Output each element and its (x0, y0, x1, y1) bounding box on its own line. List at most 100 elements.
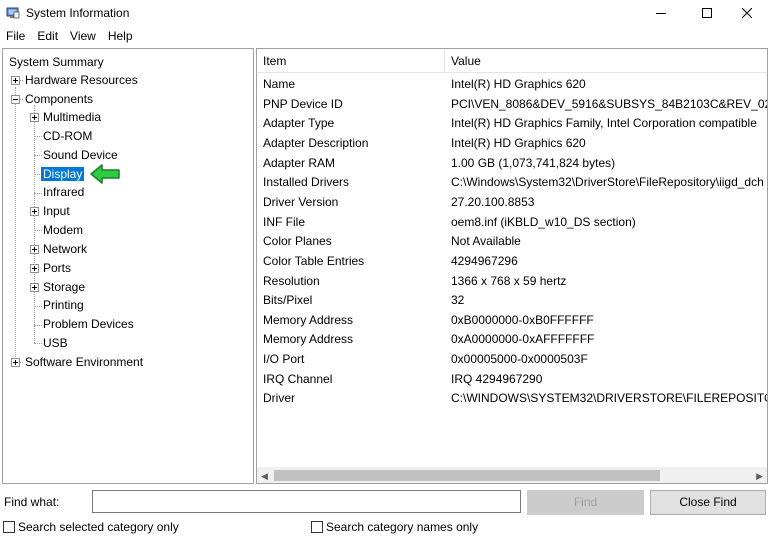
close-icon (742, 8, 752, 18)
row-value-cell: 1366 x 768 x 59 hertz (451, 273, 567, 288)
checkbox-box[interactable] (3, 521, 15, 533)
table-row[interactable]: I/O Port 0x00005000-0x0000503F (257, 350, 767, 370)
tree-label: Modem (43, 223, 84, 237)
menu-view[interactable]: View (64, 26, 102, 46)
row-value-cell: 32 (451, 293, 465, 308)
tree-item-hardware-resources[interactable]: Hardware Resources (23, 71, 140, 89)
tree-label: USB (43, 336, 68, 350)
tree-item-sound-device[interactable]: Sound Device (41, 146, 120, 164)
tree-label: Printing (43, 298, 84, 312)
scroll-right-icon[interactable]: ▶ (756, 471, 763, 482)
menu-bar: File Edit View Help (0, 26, 770, 46)
column-header-value[interactable]: Value (445, 49, 767, 73)
tree-label: Ports (43, 261, 72, 275)
row-item-cell: Driver (263, 391, 295, 406)
find-what-label: Find what: (4, 495, 60, 509)
tree-label: Components (25, 92, 94, 106)
row-value-cell: oem8.inf (iKBLD_w10_DS section) (451, 214, 636, 229)
row-value-cell: 0xB0000000-0xB0FFFFFF (451, 312, 594, 327)
tree-item-storage[interactable]: Storage (41, 278, 87, 296)
tree-item-ports[interactable]: Ports (41, 259, 73, 277)
menu-file[interactable]: File (0, 26, 31, 46)
table-row[interactable]: PNP Device ID PCI\VEN_8086&DEV_5916&SUBSY… (257, 95, 767, 115)
table-row[interactable]: Bits/Pixel 32 (257, 291, 767, 311)
collapse-minus-icon[interactable] (11, 95, 20, 104)
row-item-cell: I/O Port (263, 352, 305, 367)
scroll-left-icon[interactable]: ◀ (261, 471, 268, 482)
row-item-cell: Color Planes (263, 234, 332, 249)
table-row[interactable]: IRQ Channel IRQ 4294967290 (257, 370, 767, 390)
tree-item-network[interactable]: Network (41, 240, 89, 258)
menu-help[interactable]: Help (102, 26, 139, 46)
details-list[interactable]: Item Value Name Intel(R) HD Graphics 620 P… (256, 48, 768, 484)
row-value-cell: IRQ 4294967290 (451, 371, 543, 386)
tree-item-multimedia[interactable]: Multimedia (41, 108, 103, 126)
table-row[interactable]: Adapter RAM 1.00 GB (1,073,741,824 bytes) (257, 154, 767, 174)
checkbox-box[interactable] (311, 521, 323, 533)
table-row[interactable]: Memory Address 0xB0000000-0xB0FFFFFF (257, 311, 767, 331)
tree-label: Problem Devices (43, 317, 134, 331)
checkbox-label: Search category names only (326, 520, 479, 534)
expand-plus-icon[interactable] (11, 76, 20, 85)
close-button[interactable] (724, 0, 770, 26)
tree-item-display[interactable]: Display (41, 165, 85, 183)
expand-plus-icon[interactable] (30, 283, 39, 292)
row-item-cell: Adapter Description (263, 135, 369, 150)
tree-label-selected: Display (41, 167, 85, 181)
search-category-names-checkbox[interactable]: Search category names only (311, 520, 478, 534)
row-item-cell: Driver Version (263, 194, 339, 209)
row-item-cell: PNP Device ID (263, 96, 343, 111)
expand-plus-icon[interactable] (30, 207, 39, 216)
tree-item-printing[interactable]: Printing (41, 296, 86, 314)
row-value-cell: 4294967296 (451, 253, 518, 268)
table-row[interactable]: Adapter Type Intel(R) HD Graphics Family,… (257, 114, 767, 134)
column-header-item[interactable]: Item (257, 49, 445, 73)
minimize-button[interactable] (638, 0, 684, 26)
tree-item-cd-rom[interactable]: CD-ROM (41, 127, 94, 145)
expand-plus-icon[interactable] (30, 264, 39, 273)
row-value-cell: 0x00005000-0x0000503F (451, 352, 588, 367)
table-row[interactable]: Driver C:\WINDOWS\SYSTEM32\DRIVERSTORE\FI… (257, 389, 767, 409)
tree-item-system-summary[interactable]: System Summary (7, 53, 106, 71)
search-selected-category-checkbox[interactable]: Search selected category only (3, 520, 179, 534)
row-item-cell: Bits/Pixel (263, 293, 313, 308)
expand-plus-icon[interactable] (30, 245, 39, 254)
table-row[interactable]: Memory Address 0xA0000000-0xAFFFFFFF (257, 330, 767, 350)
tree-label: Network (43, 242, 88, 256)
tree-item-software-environment[interactable]: Software Environment (23, 353, 145, 371)
row-value-cell: 27.20.100.8853 (451, 194, 535, 209)
expand-plus-icon[interactable] (11, 358, 20, 367)
tree-label: Hardware Resources (25, 73, 138, 87)
tree-item-modem[interactable]: Modem (41, 221, 85, 239)
row-item-cell: Resolution (263, 273, 320, 288)
find-button[interactable]: Find (527, 490, 644, 515)
tree-label: System Summary (9, 55, 104, 69)
row-item-cell: IRQ Channel (263, 371, 333, 386)
table-row[interactable]: Resolution 1366 x 768 x 59 hertz (257, 272, 767, 292)
table-row[interactable]: Color Table Entries 4294967296 (257, 252, 767, 272)
table-row[interactable]: Adapter Description Intel(R) HD Graphics … (257, 134, 767, 154)
expand-plus-icon[interactable] (30, 113, 39, 122)
find-what-input[interactable] (92, 490, 521, 513)
table-row[interactable]: Color Planes Not Available (257, 232, 767, 252)
tree-item-infrared[interactable]: Infrared (41, 183, 86, 201)
category-tree[interactable]: System Summary Hardware Resources Compon… (2, 48, 254, 484)
tree-label: CD-ROM (43, 129, 93, 143)
row-value-cell: Not Available (451, 234, 521, 249)
row-item-cell: Memory Address (263, 332, 354, 347)
table-row[interactable]: INF File oem8.inf (iKBLD_w10_DS section) (257, 213, 767, 233)
horizontal-scrollbar[interactable]: ◀ ▶ (257, 467, 767, 483)
row-value-cell: C:\Windows\System32\DriverStore\FileRepo… (451, 175, 764, 190)
tree-item-usb[interactable]: USB (41, 334, 70, 352)
table-row[interactable]: Name Intel(R) HD Graphics 620 (257, 75, 767, 95)
maximize-icon (702, 8, 712, 18)
table-row[interactable]: Installed Drivers C:\Windows\System32\Dri… (257, 173, 767, 193)
table-row[interactable]: Driver Version 27.20.100.8853 (257, 193, 767, 213)
tree-item-problem-devices[interactable]: Problem Devices (41, 315, 136, 333)
tree-item-components[interactable]: Components (23, 90, 95, 108)
scrollbar-thumb[interactable] (274, 470, 660, 481)
menu-edit[interactable]: Edit (31, 26, 64, 46)
close-find-button[interactable]: Close Find (650, 490, 766, 515)
tree-item-input[interactable]: Input (41, 202, 72, 220)
row-item-cell: Adapter RAM (263, 155, 336, 170)
